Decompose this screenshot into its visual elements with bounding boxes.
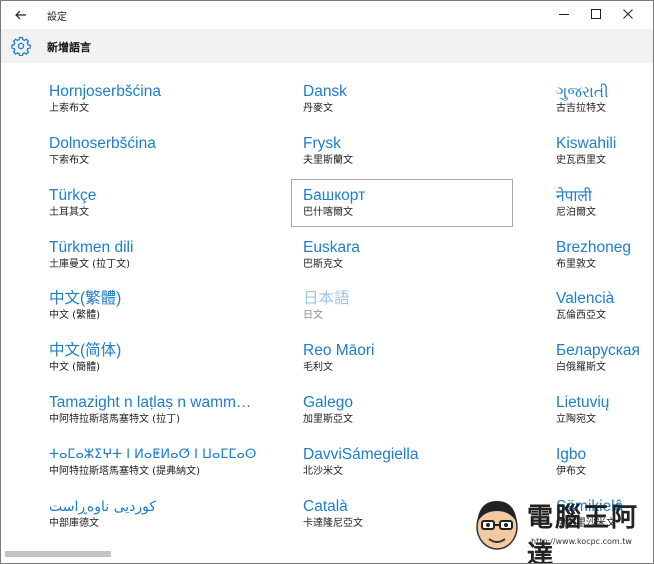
watermark-text: 電腦王阿達 [527, 503, 640, 564]
language-item[interactable]: 中文(简体) 中文 (簡體) [49, 324, 271, 373]
language-item[interactable]: Kiswahili 史瓦西里文 [556, 117, 653, 166]
language-item[interactable]: Lietuvių 立陶宛文 [556, 376, 653, 425]
gear-icon [11, 36, 31, 56]
language-subtitle: 日文 [303, 310, 323, 321]
language-item[interactable]: Türkmen dili 土庫曼文 (拉丁文) [49, 221, 271, 270]
language-name: 日本語 [303, 290, 350, 307]
language-name: नेपाली [556, 187, 592, 205]
language-name: ગુજરાતી [556, 83, 609, 101]
language-item[interactable]: Türkçe 土耳其文 [49, 169, 271, 218]
language-name: Dolnoserbšćina [49, 135, 156, 152]
language-item[interactable]: Tamazight n laṭlaṣ n wamm… 中阿特拉斯塔馬塞特文 (拉… [49, 376, 271, 425]
language-item[interactable]: Euskara 巴斯克文 [303, 221, 525, 270]
language-name: Valencià [556, 290, 615, 307]
language-name: Brezhoneg [556, 239, 631, 256]
page-header: 新增語言 [1, 29, 653, 63]
language-name: Kiswahili [556, 135, 617, 152]
language-item-focused[interactable]: Башкорт 巴什喀爾文 [303, 169, 525, 218]
language-subtitle: 上索布文 [49, 103, 89, 114]
language-name: Türkmen dili [49, 239, 134, 256]
language-name: Беларуская [556, 342, 640, 359]
language-item[interactable]: کوردیی ناوەڕاست 中部庫德文 [49, 480, 271, 529]
language-subtitle: 巴斯克文 [303, 259, 343, 270]
language-subtitle: 丹麥文 [303, 103, 333, 114]
language-list: Hornjoserbšćina 上索布文 Dolnoserbšćina 下索布文… [1, 63, 653, 547]
language-item[interactable]: Reo Māori 毛利文 [303, 324, 525, 373]
language-subtitle: 中阿特拉斯塔馬塞特文 (提弗納文) [49, 466, 200, 477]
language-item[interactable]: 中文(繁體) 中文 (繁體) [49, 272, 271, 321]
language-subtitle: 土庫曼文 (拉丁文) [49, 259, 130, 270]
language-item-disabled: 日本語 日文 [303, 272, 525, 321]
back-button[interactable] [7, 3, 35, 27]
language-subtitle: 北沙米文 [303, 466, 343, 477]
language-item[interactable]: ગુજરાતી 古吉拉特文 [556, 65, 653, 114]
language-subtitle: 瓦倫西亞文 [556, 310, 606, 321]
close-button[interactable] [611, 3, 645, 25]
language-subtitle: 立陶宛文 [556, 414, 596, 425]
maximize-button[interactable] [579, 3, 613, 25]
title-bar: 設定 [1, 1, 653, 29]
language-subtitle: 古吉拉特文 [556, 103, 606, 114]
language-item[interactable]: ⵜⴰⵎⴰⵣⵉⵖⵜ ⵏ ⵍⴰⵟⵍⴰⵚ ⵏ ⵡⴰⵎⵎⴰⵙ 中阿特拉斯塔馬塞特文 (提… [49, 428, 271, 477]
back-arrow-icon [15, 10, 26, 20]
language-name: Hornjoserbšćina [49, 83, 161, 100]
settings-window: 設定 新增語言 Hornjoserbšćina 上索布文 Dolnoserbšć… [0, 0, 654, 564]
language-subtitle: 毛利文 [303, 362, 333, 373]
language-item[interactable]: Беларуская 白俄羅斯文 [556, 324, 653, 373]
language-item[interactable]: Hornjoserbšćina 上索布文 [49, 65, 271, 114]
language-subtitle: 中部庫德文 [49, 518, 99, 529]
language-name: Igbo [556, 446, 587, 463]
language-name: Lietuvių [556, 394, 610, 411]
language-item[interactable]: Brezhoneg 布里敦文 [556, 221, 653, 270]
language-item[interactable]: Dolnoserbšćina 下索布文 [49, 117, 271, 166]
language-name: Frysk [303, 135, 341, 152]
watermark-url: http://www.kocpc.com.tw [531, 537, 632, 546]
language-name: Reo Māori [303, 342, 375, 359]
page-title: 新增語言 [47, 41, 91, 54]
language-name: Galego [303, 394, 353, 411]
language-subtitle: 史瓦西里文 [556, 155, 606, 166]
language-name: 中文(简体) [49, 342, 122, 359]
language-item[interactable]: नेपाली 尼泊爾文 [556, 169, 653, 218]
language-subtitle: 白俄羅斯文 [556, 362, 606, 373]
language-name: Башкорт [303, 187, 366, 204]
window-title: 設定 [47, 12, 67, 23]
minimize-icon [559, 14, 569, 15]
language-name: 中文(繁體) [49, 290, 122, 307]
language-subtitle: 尼泊爾文 [556, 207, 596, 218]
minimize-button[interactable] [547, 3, 581, 25]
language-subtitle: 伊布文 [556, 466, 586, 477]
language-item[interactable]: Dansk 丹麥文 [303, 65, 525, 114]
language-item[interactable]: Frysk 夫里斯蘭文 [303, 117, 525, 166]
language-name: Euskara [303, 239, 360, 256]
language-name: Tamazight n laṭlaṣ n wamm… [49, 394, 252, 411]
language-item[interactable]: Igbo 伊布文 [556, 428, 653, 477]
language-subtitle: 巴什喀爾文 [303, 207, 353, 218]
language-item[interactable]: DavviSámegiella 北沙米文 [303, 428, 525, 477]
language-subtitle: 中阿特拉斯塔馬塞特文 (拉丁) [49, 414, 180, 425]
language-item[interactable]: Valencià 瓦倫西亞文 [556, 272, 653, 321]
language-name: ⵜⴰⵎⴰⵣⵉⵖⵜ ⵏ ⵍⴰⵟⵍⴰⵚ ⵏ ⵡⴰⵎⵎⴰⵙ [49, 447, 257, 462]
language-subtitle: 中文 (簡體) [49, 362, 100, 373]
maximize-icon [591, 9, 601, 19]
language-subtitle: 夫里斯蘭文 [303, 155, 353, 166]
mascot-face-icon [476, 501, 518, 550]
language-name: DavviSámegiella [303, 446, 419, 463]
scrollbar-thumb[interactable] [5, 551, 111, 557]
language-name: Dansk [303, 83, 347, 100]
watermark: 電腦王阿達 http://www.kocpc.com.tw [467, 493, 653, 563]
language-subtitle: 土耳其文 [49, 207, 89, 218]
language-grid: Hornjoserbšćina 上索布文 Dolnoserbšćina 下索布文… [1, 63, 653, 547]
language-item[interactable]: Galego 加里斯亞文 [303, 376, 525, 425]
language-subtitle: 布里敦文 [556, 259, 596, 270]
language-subtitle: 下索布文 [49, 155, 89, 166]
language-name: Türkçe [49, 187, 97, 204]
language-name: کوردیی ناوەڕاست [49, 499, 157, 515]
language-subtitle: 加里斯亞文 [303, 414, 353, 425]
language-subtitle: 中文 (繁體) [49, 310, 100, 321]
close-icon [623, 9, 633, 19]
